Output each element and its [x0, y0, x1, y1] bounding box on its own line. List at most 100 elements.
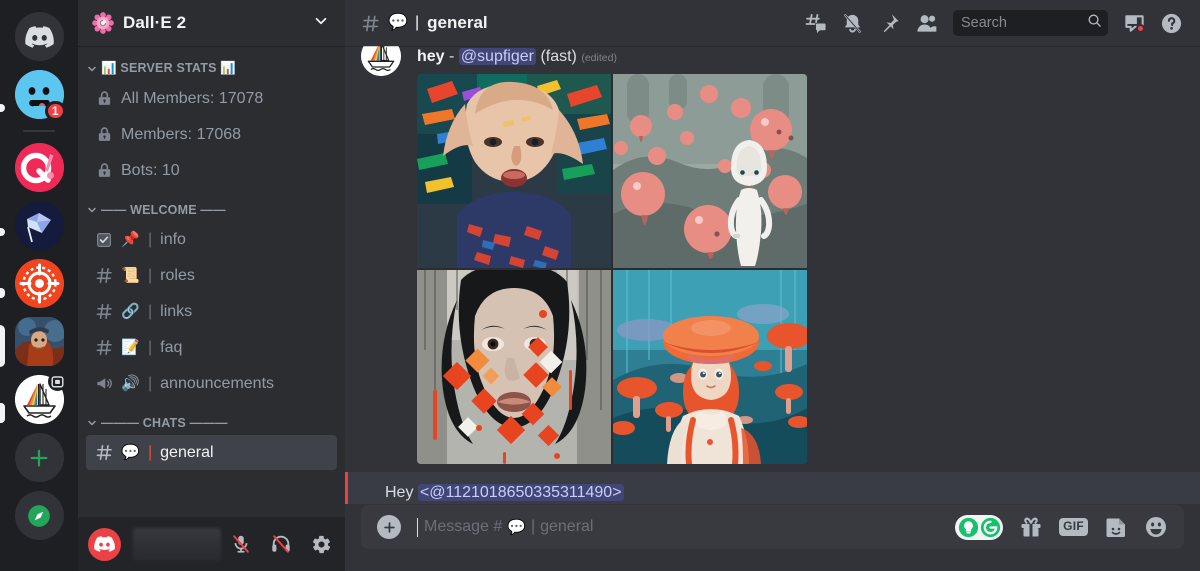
- image-grid-attachment[interactable]: [417, 74, 807, 464]
- sidebar-item-links[interactable]: 🔗 | links: [86, 294, 337, 329]
- deafen-button[interactable]: [265, 528, 297, 560]
- gif-label: GIF: [1059, 518, 1088, 536]
- server-header[interactable]: Dall·E 2: [78, 0, 345, 46]
- orange-target-icon: [14, 259, 64, 308]
- channel-name: Members: 17068: [121, 125, 242, 143]
- compass-icon: [14, 491, 64, 540]
- channel-topbar: 💬 | general Search: [345, 0, 1200, 46]
- server-event-badge: [47, 372, 67, 391]
- search-input[interactable]: Search: [953, 10, 1108, 36]
- server-pirate[interactable]: [14, 317, 64, 366]
- channel-all-members[interactable]: All Members: 17078: [86, 81, 337, 116]
- sidebar-item-roles[interactable]: 📜 | roles: [86, 258, 337, 293]
- server-rail: 1: [0, 0, 78, 571]
- channel-name: faq: [160, 338, 183, 356]
- hovered-guild-pill-pirate: [0, 325, 5, 367]
- pinned-messages-button[interactable]: [871, 5, 908, 41]
- help-button[interactable]: [1153, 5, 1190, 41]
- hash-icon: [94, 302, 114, 322]
- gif-picker-button[interactable]: GIF: [1059, 518, 1088, 536]
- speaker-emoji: 🔊: [121, 375, 140, 392]
- notification-settings-button[interactable]: [834, 5, 871, 41]
- channel-separator: |: [148, 443, 153, 461]
- server-quizlet[interactable]: [14, 143, 64, 192]
- channel-separator: |: [148, 302, 153, 320]
- pushpin-emoji: 📌: [121, 231, 140, 248]
- channel-name: roles: [160, 266, 195, 284]
- pink-flower-icon: [92, 12, 114, 34]
- threads-button[interactable]: [797, 5, 834, 41]
- gift-button[interactable]: [1019, 515, 1043, 539]
- channel-bots[interactable]: Bots: 10: [86, 153, 337, 188]
- topbar-actions: Search: [797, 5, 1190, 41]
- channel-name: All Members: 17078: [121, 89, 264, 107]
- message-dash: -: [449, 48, 455, 65]
- category-welcome[interactable]: —— WELCOME ——: [78, 189, 345, 221]
- avatar[interactable]: [361, 46, 401, 76]
- user-settings-button[interactable]: [305, 528, 337, 560]
- category-chats[interactable]: ——— CHATS ———: [78, 402, 345, 434]
- inbox-button[interactable]: [1116, 5, 1153, 41]
- message-highlighted[interactable]: Hey <@1121018650335311490>: [345, 472, 1200, 504]
- category-server-stats[interactable]: 📊 SERVER STATS 📊: [78, 61, 345, 80]
- message-text: hey - @supfiger (fast) (edited): [417, 46, 1152, 68]
- discord-logo-icon: [14, 12, 64, 61]
- message-input[interactable]: Message # 💬 | general: [417, 517, 955, 537]
- sidebar-item-info[interactable]: 📌 | info: [86, 222, 337, 257]
- add-attachment-button[interactable]: [377, 515, 401, 539]
- active-guild-pill-blue: [0, 104, 5, 112]
- username-hidden: [133, 527, 221, 561]
- discord-app: 1 Dall·E 2 📊 SERVER STATS 📊 All Members:…: [0, 0, 1200, 571]
- unread-badge: 1: [44, 101, 66, 121]
- ai-image-white-figure-mushrooms[interactable]: [613, 74, 807, 268]
- avatar[interactable]: [88, 527, 121, 561]
- sidebar-item-announcements[interactable]: 🔊 | announcements: [86, 366, 337, 401]
- chevron-down-icon[interactable]: [312, 12, 330, 35]
- mention[interactable]: @supfiger: [458, 48, 536, 65]
- add-server-button[interactable]: [14, 433, 64, 482]
- message-prompt-word: hey: [417, 48, 445, 65]
- username-area[interactable]: [129, 527, 221, 561]
- pirate-portrait-icon: [14, 317, 64, 366]
- server-gem[interactable]: [14, 201, 64, 250]
- sidebar-item-general[interactable]: 💬 | general: [86, 435, 337, 470]
- grammarly-bulb-icon: [958, 517, 978, 537]
- composer-placeholder-prefix: Message #: [424, 518, 503, 535]
- grammarly-button[interactable]: [955, 514, 1004, 540]
- composer-box[interactable]: Message # 💬 | general GIF: [361, 505, 1184, 549]
- rail-divider: [23, 130, 55, 132]
- page-title: general: [427, 13, 488, 32]
- home-button[interactable]: [14, 12, 64, 61]
- member-list-button[interactable]: [908, 5, 945, 41]
- selected-guild-pill: [0, 403, 5, 423]
- channel-name: info: [160, 230, 186, 248]
- mute-microphone-button[interactable]: [225, 528, 257, 560]
- chevron-down-icon: [86, 204, 98, 216]
- search-icon: [1087, 13, 1102, 33]
- emoji-picker-button[interactable]: [1144, 515, 1168, 539]
- ai-image-mushroom-hat-girl[interactable]: [613, 270, 807, 464]
- server-blue-face[interactable]: 1: [14, 70, 66, 121]
- server-orange-target[interactable]: [14, 259, 64, 308]
- sidebar-item-faq[interactable]: 📝 | faq: [86, 330, 337, 365]
- chevron-down-icon: [86, 63, 98, 75]
- channel-separator: |: [148, 266, 153, 284]
- edited-label: (edited): [581, 52, 617, 64]
- message-list[interactable]: hey - @supfiger (fast) (edited) Hey <@11…: [345, 46, 1200, 505]
- channel-name: Bots: 10: [121, 161, 180, 179]
- scroll-emoji: 📜: [121, 267, 140, 284]
- ai-image-glitch-portrait[interactable]: [417, 270, 611, 464]
- server-dalle[interactable]: [14, 372, 67, 424]
- plus-icon: [14, 433, 64, 482]
- sticker-picker-button[interactable]: [1104, 515, 1128, 539]
- channel-list[interactable]: 📊 SERVER STATS 📊 All Members: 17078 Memb…: [78, 46, 345, 517]
- channel-members[interactable]: Members: 17068: [86, 117, 337, 152]
- active-guild-pill-gem: [0, 228, 5, 236]
- message-speed: (fast): [540, 48, 577, 65]
- hash-icon: [361, 13, 381, 33]
- explore-servers-button[interactable]: [14, 491, 64, 540]
- ai-image-colorful-portrait[interactable]: [417, 74, 611, 268]
- message-composer: Message # 💬 | general GIF: [345, 505, 1200, 571]
- mention-raw[interactable]: <@1121018650335311490>: [417, 484, 624, 501]
- message[interactable]: hey - @supfiger (fast) (edited): [345, 46, 1200, 466]
